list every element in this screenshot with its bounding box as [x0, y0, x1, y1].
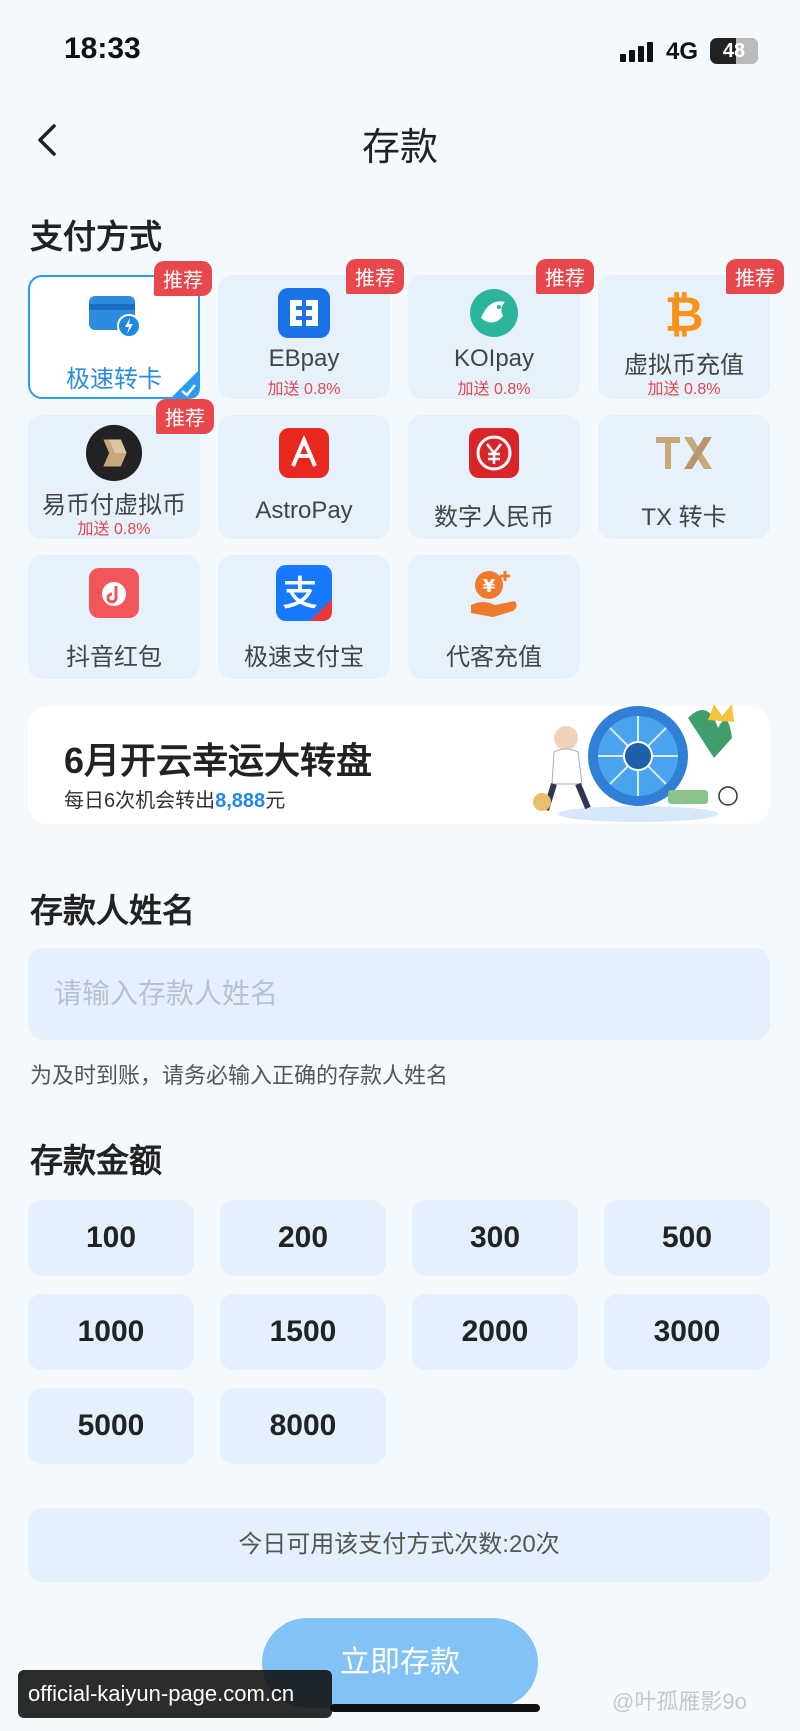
payment-section-title: 支付方式 — [30, 218, 162, 255]
payment-method-koipay[interactable]: KOIpay 加送 0.8% 推荐 — [408, 259, 594, 399]
payment-method-label: 抖音红包 — [66, 644, 162, 671]
home-indicator[interactable] — [330, 1704, 540, 1712]
status-bar: 18:33 4G 48 — [0, 0, 800, 100]
amount-option[interactable]: 200 — [220, 1200, 386, 1276]
bonus-text: 加送 0.8% — [267, 381, 341, 398]
ebpay-icon — [274, 285, 334, 341]
payment-method-ebpay[interactable]: EBpay 加送 0.8% 推荐 — [218, 259, 404, 399]
payment-method-tx[interactable]: TX 转卡 — [598, 415, 770, 539]
lucky-wheel-illustration — [533, 704, 738, 822]
payment-method-label: EBpay — [268, 345, 340, 372]
recommend-badge: 推荐 — [346, 259, 404, 294]
network-type: 4G — [666, 38, 699, 65]
usage-limit-text: 今日可用该支付方式次数:20次 — [28, 1508, 770, 1582]
recommend-badge: 推荐 — [536, 259, 594, 294]
depositor-name-input[interactable] — [28, 948, 770, 1040]
recommend-badge: 推荐 — [156, 399, 214, 434]
digital-rmb-icon — [464, 425, 524, 481]
payment-method-yibifu[interactable]: 易币付虚拟币 加送 0.8% 推荐 — [28, 399, 214, 539]
recommend-badge: 推荐 — [154, 261, 212, 296]
payment-method-fast-card[interactable]: 极速转卡 推荐 — [28, 261, 212, 399]
payment-method-label: 极速支付宝 — [244, 644, 364, 671]
battery-level: 48 — [722, 40, 746, 62]
nav-bar: 存款 — [0, 100, 800, 180]
banner-prize-amount: 8,888 — [215, 790, 266, 812]
astropay-icon — [274, 425, 334, 481]
banner-title: 6月开云幸运大转盘 — [64, 740, 373, 781]
battery-icon: 48 — [710, 38, 758, 64]
yibifu-icon — [84, 424, 144, 482]
svg-text:支: 支 — [283, 574, 317, 614]
banner-subtitle: 每日6次机会转出8,888元 — [64, 784, 285, 813]
amount-section-title: 存款金额 — [30, 1142, 162, 1179]
payment-method-label: KOIpay — [453, 345, 535, 372]
watermark-text: @叶孤雁影9o — [612, 1689, 747, 1714]
payment-method-digital-rmb[interactable]: 数字人民币 — [408, 415, 580, 539]
bitcoin-icon: ₿ — [654, 285, 714, 341]
amount-option[interactable]: 500 — [604, 1200, 770, 1276]
amount-option[interactable]: 1500 — [220, 1294, 386, 1370]
svg-text:₿: ₿ — [664, 287, 703, 339]
depositor-hint: 为及时到账，请务必输入正确的存款人姓名 — [30, 1063, 449, 1088]
payment-method-douyin[interactable]: 抖音红包 — [28, 555, 200, 679]
agent-topup-icon: ¥ — [464, 565, 524, 621]
payment-method-label: 数字人民币 — [434, 504, 554, 531]
depositor-section-title: 存款人姓名 — [30, 892, 195, 929]
bonus-text: 加送 0.8% — [457, 381, 531, 398]
status-time: 18:33 — [64, 32, 141, 65]
card-lightning-icon — [84, 287, 144, 343]
amount-option[interactable]: 2000 — [412, 1294, 578, 1370]
payment-method-label: AstroPay — [255, 497, 353, 524]
bonus-text: 加送 0.8% — [77, 521, 151, 538]
amount-option[interactable]: 8000 — [220, 1388, 386, 1464]
svg-text:¥: ¥ — [483, 576, 496, 597]
alipay-icon: 支 — [274, 565, 334, 621]
payment-method-alipay[interactable]: 支 极速支付宝 — [218, 555, 390, 679]
amount-option[interactable]: 100 — [28, 1200, 194, 1276]
payment-method-label: 代客充值 — [446, 644, 542, 671]
douyin-redpacket-icon — [84, 565, 144, 621]
payment-method-astropay[interactable]: AstroPay — [218, 415, 390, 539]
selected-check-icon — [170, 369, 200, 399]
signal-icon — [620, 40, 656, 62]
payment-method-label: TX 转卡 — [641, 504, 727, 531]
lucky-wheel-banner[interactable]: 6月开云幸运大转盘 每日6次机会转出8,888元 — [28, 704, 770, 824]
payment-method-agent-topup[interactable]: ¥ 代客充值 — [408, 555, 580, 679]
payment-method-crypto[interactable]: ₿ 虚拟币充值 加送 0.8% 推荐 — [598, 259, 784, 399]
url-overlay: official-kaiyun-page.com.cn — [18, 1670, 332, 1718]
bonus-text: 加送 0.8% — [647, 381, 721, 398]
amount-option[interactable]: 5000 — [28, 1388, 194, 1464]
recommend-badge: 推荐 — [726, 259, 784, 294]
amount-option[interactable]: 1000 — [28, 1294, 194, 1370]
banner-subtitle-suffix: 元 — [265, 790, 286, 812]
tx-icon — [654, 425, 714, 481]
koi-fish-icon — [464, 285, 524, 341]
amount-option[interactable]: 3000 — [604, 1294, 770, 1370]
page-title: 存款 — [361, 127, 438, 169]
amount-option[interactable]: 300 — [412, 1200, 578, 1276]
banner-subtitle-prefix: 每日6次机会转出 — [64, 790, 216, 812]
